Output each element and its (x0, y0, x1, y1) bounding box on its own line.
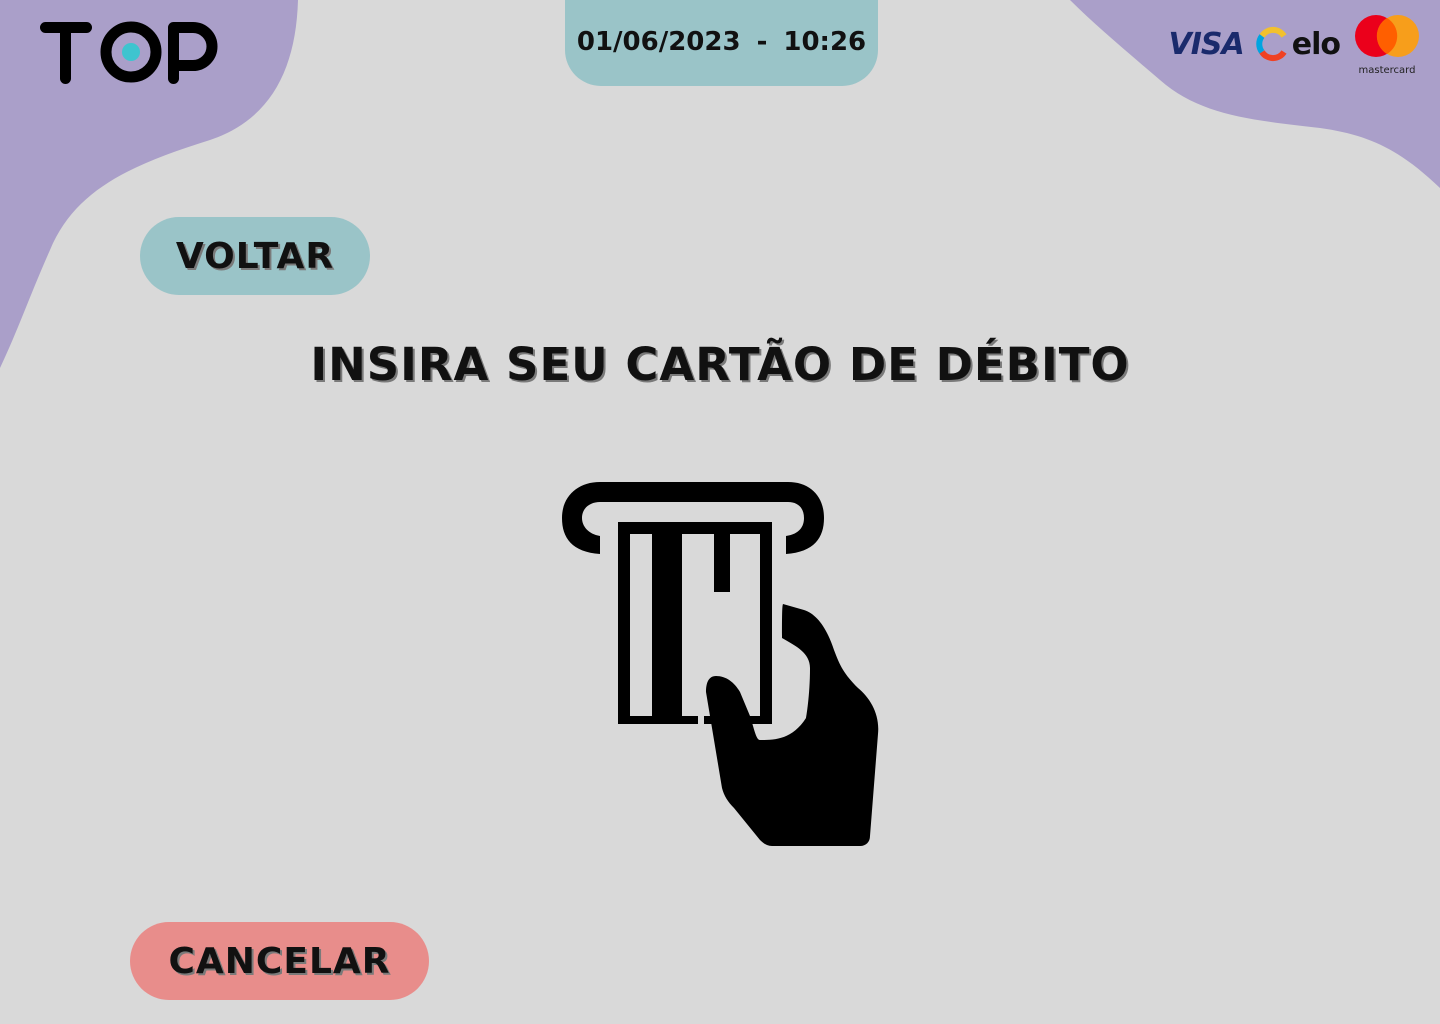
cancel-button-label: CANCELAR (168, 940, 391, 982)
mastercard-label: mastercard (1358, 65, 1416, 76)
elo-logo: elo (1254, 26, 1341, 62)
time-text: 10:26 (783, 27, 867, 57)
visa-logo: VISA (1168, 26, 1245, 62)
datetime-separator: - (756, 27, 768, 57)
mastercard-circles-icon (1355, 15, 1419, 57)
card-brands: VISA elo mastercard (1168, 14, 1424, 76)
datetime-display: 01/06/2023 - 10:26 (565, 0, 878, 86)
date-text: 01/06/2023 (576, 27, 741, 57)
insert-card-icon (560, 478, 885, 852)
back-button[interactable]: VOLTAR (140, 217, 370, 295)
elo-text: elo (1291, 26, 1341, 62)
page-title: INSIRA SEU CARTÃO DE DÉBITO (310, 338, 1130, 391)
mastercard-logo: mastercard (1350, 14, 1424, 76)
elo-ring-icon (1256, 27, 1287, 61)
top-logo (38, 16, 224, 92)
back-button-label: VOLTAR (175, 235, 335, 277)
cancel-button[interactable]: CANCELAR (130, 922, 429, 1000)
